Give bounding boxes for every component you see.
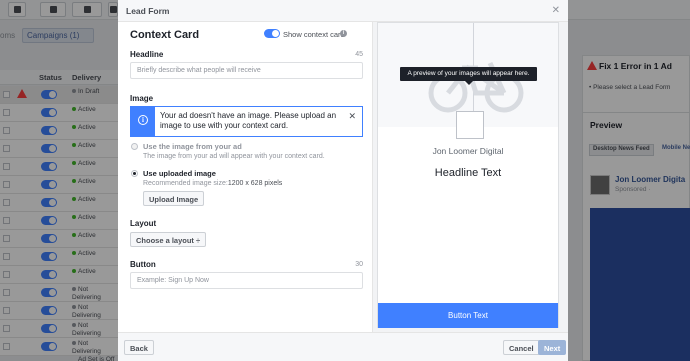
back-button[interactable]: Back — [124, 340, 154, 355]
button-text-input[interactable]: Example: Sign Up Now — [130, 272, 363, 289]
page-avatar — [456, 111, 484, 139]
use-ad-image-desc: The image from your ad will appear with … — [143, 153, 325, 160]
context-card-heading: Context Card — [130, 29, 200, 41]
preview-cta-button: Button Text — [378, 303, 558, 328]
button-label: Button — [130, 260, 156, 269]
preview-headline: Headline Text — [434, 167, 502, 179]
close-alert-icon[interactable]: ✕ — [348, 111, 356, 122]
headline-label: Headline — [130, 50, 164, 59]
show-context-card-toggle[interactable] — [264, 29, 280, 38]
next-button[interactable]: Next — [538, 340, 567, 355]
show-context-card-label: Show context card — [283, 30, 345, 39]
modal-header: Lead Form ✕ — [118, 0, 568, 22]
modal-title: Lead Form — [126, 6, 170, 16]
radio-use-uploaded-image[interactable] — [131, 170, 138, 177]
upload-image-button[interactable]: Upload Image — [143, 191, 205, 206]
layout-label: Layout — [130, 219, 157, 228]
alert-text: Your ad doesn't have an image. Please up… — [160, 111, 337, 130]
headline-input[interactable]: Briefly describe what people will receiv… — [130, 62, 363, 79]
cancel-button[interactable]: Cancel — [503, 340, 540, 355]
no-image-alert: i Your ad doesn't have an image. Please … — [130, 106, 363, 137]
lead-form-modal: Lead Form ✕ Context Card Show context ca… — [118, 0, 568, 361]
layout-select[interactable]: Choose a layout ÷ — [130, 232, 207, 247]
modal-footer: Back Cancel Next — [118, 332, 568, 361]
preview-card: A preview of your images will appear her… — [377, 22, 559, 328]
use-ad-image-title: Use the image from your ad — [143, 142, 242, 151]
context-card-preview: A preview of your images will appear her… — [372, 22, 568, 332]
radio-use-ad-image[interactable] — [131, 143, 138, 150]
preview-tooltip: A preview of your images will appear her… — [400, 67, 537, 85]
recommended-size-text: Recommended image size:1200 x 628 pixels — [143, 180, 283, 187]
preview-page-name: Jon Loomer Digital — [432, 146, 504, 156]
headline-char-count: 45 — [355, 51, 363, 58]
context-card-form: Context Card Show context card i Headlin… — [118, 22, 372, 332]
button-char-count: 30 — [355, 261, 363, 268]
close-icon[interactable]: ✕ — [552, 5, 560, 16]
alert-info-icon: i — [131, 107, 155, 136]
info-icon[interactable]: i — [340, 30, 347, 37]
use-uploaded-image-title: Use uploaded image — [143, 169, 216, 178]
image-label: Image — [130, 94, 154, 103]
